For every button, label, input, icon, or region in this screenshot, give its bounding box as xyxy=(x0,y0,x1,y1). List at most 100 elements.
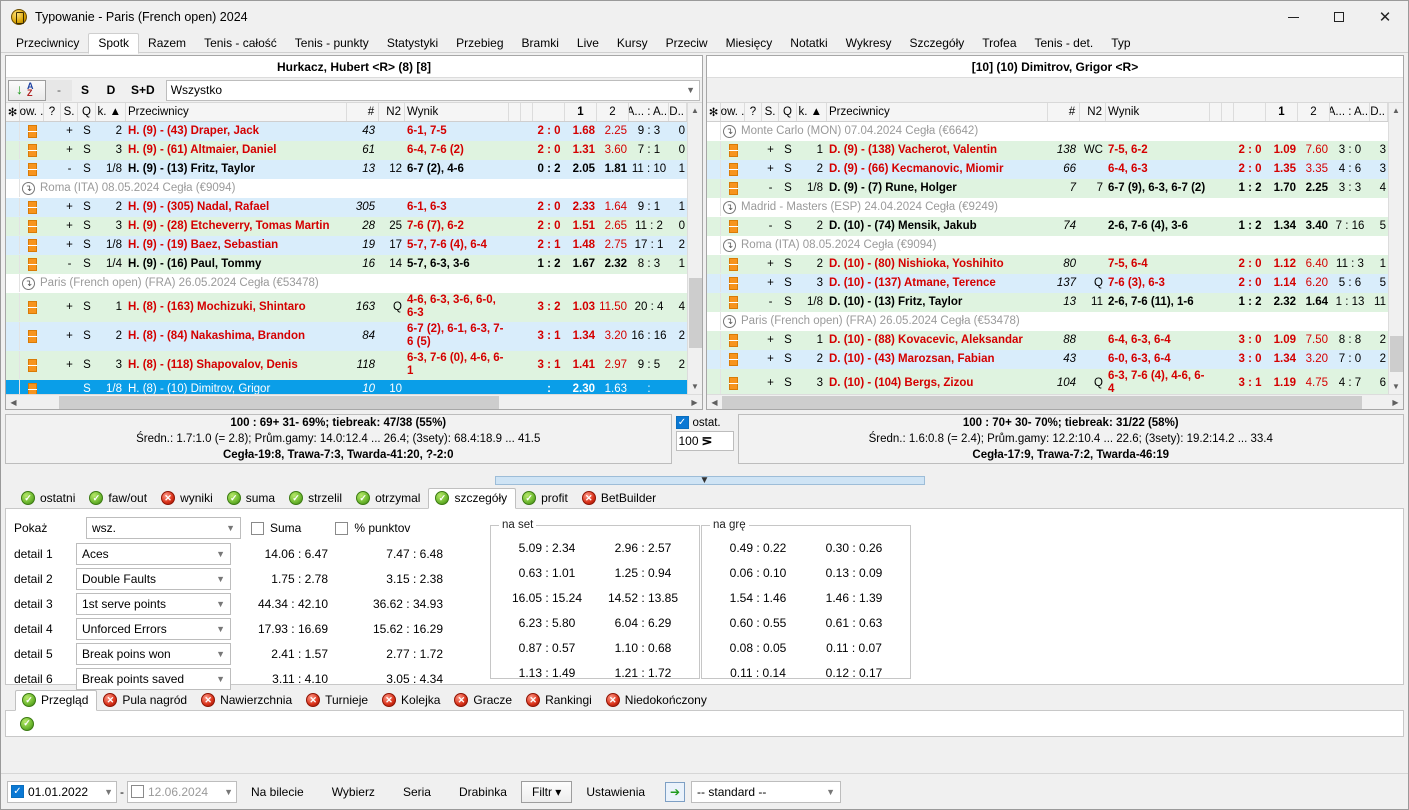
right-col-header[interactable] xyxy=(1210,103,1222,121)
right-match-row[interactable]: -S2D. (10) - (74) Mensik, Jakub742-6, 7-… xyxy=(707,217,1388,236)
left-match-row[interactable]: -S1/4H. (9) - (16) Paul, Tommy16145-7, 6… xyxy=(6,255,687,274)
right-tournament-group-row[interactable]: ↴Monte Carlo (MON) 07.04.2024 Cegła (€66… xyxy=(707,122,1388,141)
scroll-left-icon[interactable]: ◀ xyxy=(6,395,21,410)
sort-az-icon[interactable]: ↓AZ xyxy=(8,80,46,101)
left-col-header[interactable]: S. xyxy=(61,103,78,121)
left-tournament-group-row[interactable]: ↴Paris (French open) (FRA) 26.05.2024 Ce… xyxy=(6,274,687,293)
bottom-tab-kolejka[interactable]: ✕Kolejka xyxy=(376,691,448,710)
tab-przebieg[interactable]: Przebieg xyxy=(447,34,512,53)
left-match-row[interactable]: -S1/8H. (9) - (13) Fritz, Taylor13126-7 … xyxy=(6,160,687,179)
scroll-thumb[interactable] xyxy=(1390,336,1403,372)
right-horizontal-scrollbar[interactable]: ◀ ▶ xyxy=(707,394,1403,409)
percent-points-checkbox[interactable]: ✓ xyxy=(335,522,348,535)
bottom-tab-niedoko-czony[interactable]: ✕Niedokończony xyxy=(600,691,715,710)
right-col-header[interactable]: Q xyxy=(779,103,797,121)
tab-trofea[interactable]: Trofea xyxy=(973,34,1025,53)
tab-miesi-cy[interactable]: Miesięcy xyxy=(717,34,782,53)
stats-tab-ostatni[interactable]: ✓ostatni xyxy=(15,489,83,508)
right-grid[interactable]: ✻pow. ...?S.Qk. ▲Przeciwnicy#N2Wynik12A.… xyxy=(707,103,1388,394)
left-match-row[interactable]: +S3H. (9) - (61) Altmaier, Daniel616-4, … xyxy=(6,141,687,160)
filter-none-button[interactable]: - xyxy=(46,80,72,101)
export-arrow-icon[interactable]: ➔ xyxy=(665,782,685,802)
right-col-header[interactable] xyxy=(1222,103,1234,121)
filter-singles-button[interactable]: S xyxy=(72,80,98,101)
tab-przeciw[interactable]: Przeciw xyxy=(657,34,717,53)
right-match-row[interactable]: +S1D. (9) - (138) Vacherot, Valentin138W… xyxy=(707,141,1388,160)
scroll-up-icon[interactable]: ▲ xyxy=(688,103,703,118)
bottom-tab-rankingi[interactable]: ✕Rankingi xyxy=(520,691,600,710)
minimize-button[interactable] xyxy=(1270,1,1316,33)
stats-tab-otrzymal[interactable]: ✓otrzymal xyxy=(350,489,428,508)
right-grid-header[interactable]: ✻pow. ...?S.Qk. ▲Przeciwnicy#N2Wynik12A.… xyxy=(707,103,1388,122)
left-col-header[interactable]: Q xyxy=(78,103,96,121)
left-col-header[interactable]: Wynik xyxy=(405,103,509,121)
left-col-header[interactable]: D.. xyxy=(669,103,687,121)
ostat-value-row[interactable]: 100 ⋝ xyxy=(676,431,734,451)
stats-tab-betbuilder[interactable]: ✕BetBuilder xyxy=(576,489,664,508)
stats-tab-szczeg-y[interactable]: ✓szczegóły xyxy=(428,488,516,509)
main-tabbar[interactable]: PrzeciwnicySpotkRazemTenis - całośćTenis… xyxy=(1,33,1408,53)
right-col-header[interactable]: D.. xyxy=(1370,103,1388,121)
right-match-row[interactable]: +S3D. (10) - (137) Atmane, Terence137Q7-… xyxy=(707,274,1388,293)
preset-select[interactable]: -- standard -- ▼ xyxy=(691,781,841,803)
tab-notatki[interactable]: Notatki xyxy=(781,34,836,53)
left-grid[interactable]: ✻pow. ...?S.Qk. ▲Przeciwnicy#N2Wynik12A.… xyxy=(6,103,687,394)
scroll-thumb[interactable] xyxy=(689,278,702,348)
left-horizontal-scrollbar[interactable]: ◀ ▶ xyxy=(6,394,702,409)
left-col-header[interactable] xyxy=(521,103,533,121)
left-match-row[interactable]: +S3H. (9) - (28) Etcheverry, Tomas Marti… xyxy=(6,217,687,236)
right-grid-body[interactable]: ↴Monte Carlo (MON) 07.04.2024 Cegła (€66… xyxy=(707,122,1388,394)
left-match-row[interactable]: +S2H. (8) - (84) Nakashima, Brandon846-7… xyxy=(6,322,687,351)
detail-stat-select[interactable]: Break poins won▼ xyxy=(76,643,231,665)
detail-stat-select[interactable]: 1st serve points▼ xyxy=(76,593,231,615)
left-col-header[interactable] xyxy=(509,103,521,121)
scroll-thumb-h[interactable] xyxy=(59,396,499,409)
ostat-checkbox[interactable]: ✓ xyxy=(676,416,689,429)
left-col-header[interactable]: ? xyxy=(44,103,61,121)
scroll-track[interactable] xyxy=(688,118,703,379)
collapse-group-icon[interactable]: ↴ xyxy=(723,201,736,214)
collapse-group-icon[interactable]: ↴ xyxy=(22,182,35,195)
right-tournament-group-row[interactable]: ↴Paris (French open) (FRA) 26.05.2024 Ce… xyxy=(707,312,1388,331)
right-match-row[interactable]: -S1/8D. (9) - (7) Rune, Holger776-7 (9),… xyxy=(707,179,1388,198)
right-col-header[interactable]: N2 xyxy=(1080,103,1106,121)
stats-tab-profit[interactable]: ✓profit xyxy=(516,489,576,508)
collapse-group-icon[interactable]: ↴ xyxy=(22,277,35,290)
right-match-row[interactable]: -S1/8D. (10) - (13) Fritz, Taylor13112-6… xyxy=(707,293,1388,312)
right-match-row[interactable]: +S1D. (10) - (88) Kovacevic, Aleksandar8… xyxy=(707,331,1388,350)
date-to-checkbox[interactable]: ✓ xyxy=(131,785,144,798)
right-col-header[interactable]: # xyxy=(1048,103,1080,121)
scroll-thumb-h[interactable] xyxy=(722,396,1362,409)
wybierz-button[interactable]: Wybierz xyxy=(318,781,389,803)
stats-tabbar[interactable]: ✓ostatni✓faw/out✕wyniki✓suma✓strzelil✓ot… xyxy=(5,487,1404,509)
tab-tenis-det[interactable]: Tenis - det. xyxy=(1026,34,1103,53)
suma-checkbox-row[interactable]: ✓ Suma xyxy=(251,521,301,535)
left-col-header[interactable]: pow. ... xyxy=(20,103,44,121)
left-grid-body[interactable]: +S2H. (9) - (43) Draper, Jack436-1, 7-52… xyxy=(6,122,687,394)
filter-button[interactable]: Filtr ▾ xyxy=(521,781,572,803)
scroll-right-icon[interactable]: ▶ xyxy=(687,395,702,410)
left-col-header[interactable]: ✻ xyxy=(6,103,20,121)
show-select[interactable]: wsz. ▼ xyxy=(86,517,241,539)
tab-tenis-ca-o[interactable]: Tenis - całość xyxy=(195,34,286,53)
percent-icon[interactable]: ⋝ xyxy=(702,433,713,449)
tab-kursy[interactable]: Kursy xyxy=(608,34,657,53)
seria-button[interactable]: Seria xyxy=(389,781,445,803)
right-col-header[interactable]: 1 xyxy=(1266,103,1298,121)
left-match-row[interactable]: +S2H. (9) - (305) Nadal, Rafael3056-1, 6… xyxy=(6,198,687,217)
bottom-tab-przegl-d[interactable]: ✓Przegląd xyxy=(15,690,97,711)
right-col-header[interactable]: Przeciwnicy xyxy=(827,103,1048,121)
scroll-left-icon[interactable]: ◀ xyxy=(707,395,722,410)
date-to-field[interactable]: ✓ 12.06.2024 ▼ xyxy=(127,781,237,803)
left-col-header[interactable]: # xyxy=(347,103,379,121)
left-col-header[interactable] xyxy=(533,103,565,121)
right-match-row[interactable]: +S2D. (10) - (43) Marozsan, Fabian436-0,… xyxy=(707,350,1388,369)
tab-przeciwnicy[interactable]: Przeciwnicy xyxy=(7,34,88,53)
bottom-tab-pula-nagr-d[interactable]: ✕Pula nagród xyxy=(97,691,195,710)
scroll-right-icon[interactable]: ▶ xyxy=(1388,395,1403,410)
left-match-row[interactable]: S1/8H. (8) - (10) Dimitrov, Grigor1010:2… xyxy=(6,380,687,394)
collapse-group-icon[interactable]: ↴ xyxy=(723,125,736,138)
tab-tenis-punkty[interactable]: Tenis - punkty xyxy=(286,34,378,53)
left-col-header[interactable]: Przeciwnicy xyxy=(126,103,347,121)
tab-typ[interactable]: Typ xyxy=(1102,34,1139,53)
